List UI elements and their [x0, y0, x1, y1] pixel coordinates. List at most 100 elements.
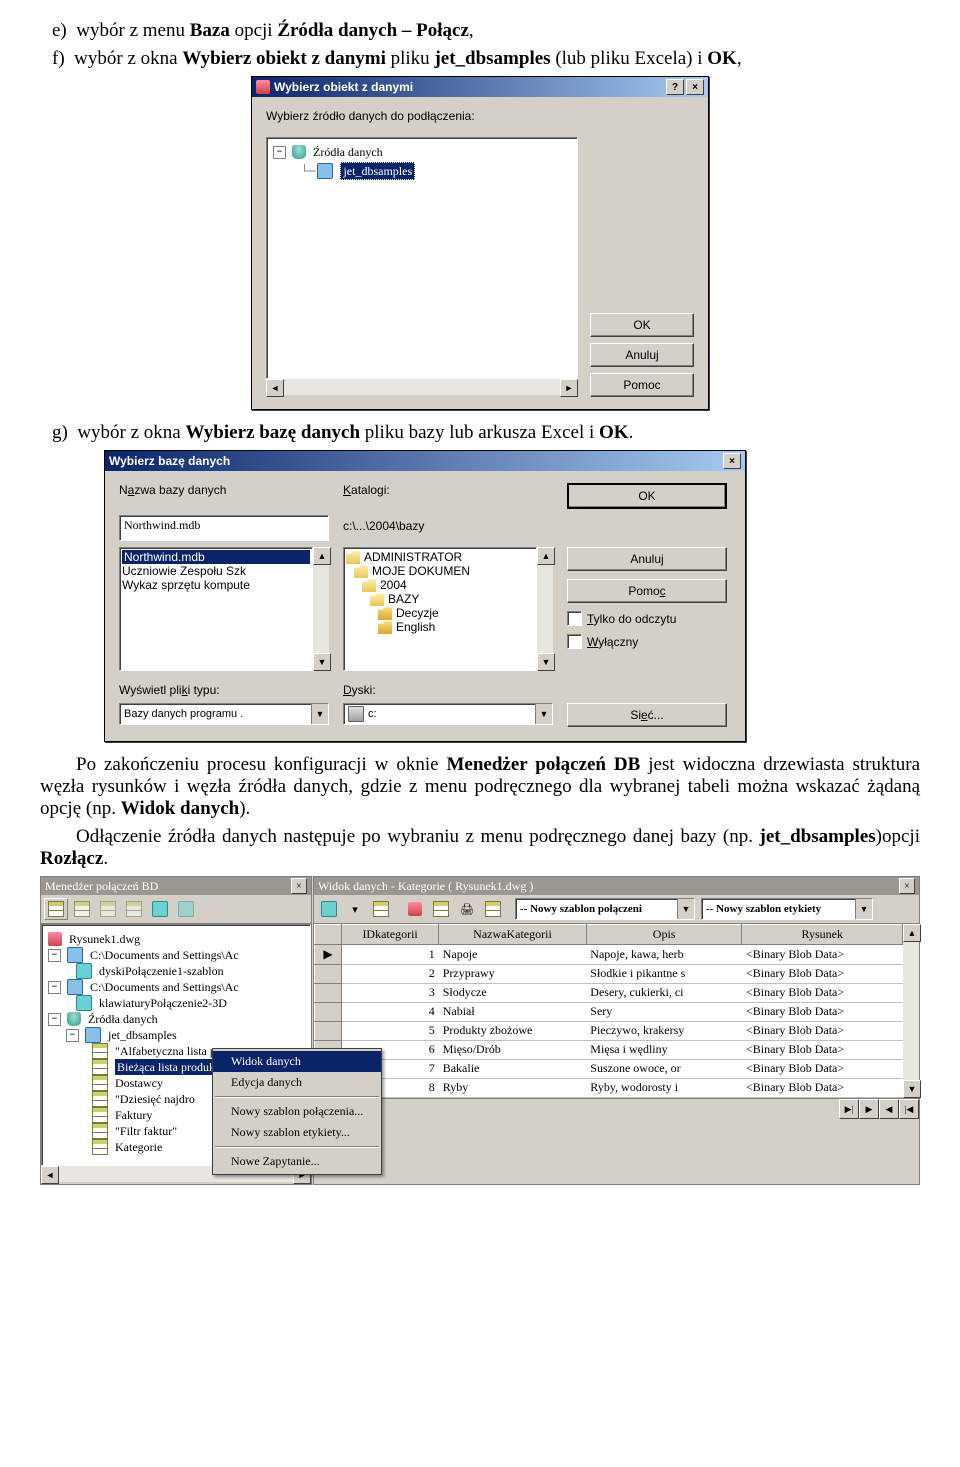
table-row[interactable]: 2PrzyprawySłodkie i pikantne s<Binary Bl… — [315, 965, 903, 984]
nav-next-icon[interactable]: ▶ — [859, 1099, 879, 1119]
link-template-combo[interactable]: -- Nowy szablon połączeni▼ — [515, 898, 695, 920]
scroll-left-icon[interactable]: ◄ — [266, 379, 284, 397]
table-row[interactable]: 7BakalieSuszone owoce, or<Binary Blob Da… — [315, 1060, 903, 1079]
tree-collapse-icon[interactable]: − — [273, 146, 286, 159]
tree-expand-icon[interactable]: − — [48, 1013, 61, 1026]
dropdown-icon[interactable]: ▼ — [311, 704, 328, 724]
nav-last-icon[interactable]: ▶| — [839, 1099, 859, 1119]
dir-item[interactable]: Decyzje — [396, 606, 439, 620]
scroll-left-icon[interactable]: ◄ — [41, 1166, 59, 1184]
toolbar-button[interactable] — [429, 898, 453, 920]
dir-item[interactable]: ADMINISTRATOR — [364, 550, 462, 564]
dbname-input[interactable]: Northwind.mdb — [119, 515, 329, 541]
network-button[interactable]: Sieć... — [567, 703, 727, 727]
cancel-button[interactable]: Anuluj — [567, 547, 727, 571]
table-row[interactable]: 3SłodyczeDesery, cukierki, ci<Binary Blo… — [315, 984, 903, 1003]
menu-item-new-query[interactable]: Nowe Zapytanie... — [213, 1151, 381, 1172]
tree-expand-icon[interactable]: − — [66, 1029, 79, 1042]
help-button[interactable]: ? — [666, 79, 684, 95]
label-template-combo[interactable]: -- Nowy szablon etykiety▼ — [701, 898, 873, 920]
nav-first-icon[interactable]: |◀ — [899, 1099, 919, 1119]
readonly-checkbox[interactable]: Tylko do odczytu — [567, 611, 727, 626]
table-row[interactable]: 8RybyRyby, wodorosty i<Binary Blob Data> — [315, 1079, 903, 1098]
dir-item[interactable]: BAZY — [388, 592, 419, 606]
file-item[interactable]: Wykaz sprzętu kompute — [122, 578, 310, 592]
menu-item-new-link-template[interactable]: Nowy szablon połączenia... — [213, 1101, 381, 1122]
toolbar-button[interactable] — [481, 898, 505, 920]
tree-item[interactable]: "Dziesięć najdro — [115, 1091, 195, 1107]
toolbar-button[interactable]: ▾ — [343, 898, 367, 920]
scroll-down-icon[interactable]: ▼ — [537, 653, 555, 671]
col-header[interactable]: IDkategorii — [342, 925, 439, 945]
row-selector[interactable]: ▶ — [315, 945, 342, 965]
toolbar-button[interactable] — [369, 898, 393, 920]
tree-item[interactable]: Źródła danych — [88, 1011, 158, 1027]
toolbar-button[interactable] — [70, 898, 94, 920]
toolbar-button[interactable] — [317, 898, 341, 920]
tree-item[interactable]: C:\Documents and Settings\Ac — [90, 947, 239, 963]
toolbar-button[interactable] — [174, 898, 198, 920]
col-header[interactable]: NazwaKategorii — [439, 925, 587, 945]
tree-item[interactable]: jet_dbsamples — [108, 1027, 177, 1043]
nav-prev-icon[interactable]: ◀ — [879, 1099, 899, 1119]
menu-item-new-label-template[interactable]: Nowy szablon etykiety... — [213, 1122, 381, 1143]
tree-item-selected[interactable]: Bieżąca lista produktó — [115, 1059, 226, 1075]
close-button[interactable]: × — [723, 453, 741, 469]
toolbar-button[interactable] — [403, 898, 427, 920]
dropdown-icon[interactable]: ▼ — [855, 899, 872, 919]
toolbar-button[interactable] — [148, 898, 172, 920]
table-row[interactable]: 4NabiałSery<Binary Blob Data> — [315, 1003, 903, 1022]
file-item[interactable]: Northwind.mdb — [122, 550, 310, 564]
file-list[interactable]: Northwind.mdb Uczniowie Zespołu Szk Wyka… — [119, 547, 313, 671]
tree-item[interactable]: Rysunek1.dwg — [69, 931, 140, 947]
close-icon[interactable]: × — [899, 878, 915, 894]
close-icon[interactable]: × — [291, 878, 307, 894]
dir-item[interactable]: 2004 — [380, 578, 407, 592]
tree-item-selected[interactable]: jet_dbsamples — [340, 162, 415, 180]
tree-expand-icon[interactable]: − — [48, 949, 61, 962]
scroll-up-icon[interactable]: ▲ — [537, 547, 555, 565]
tree-item[interactable]: Dostawcy — [115, 1075, 163, 1091]
ok-button[interactable]: OK — [567, 483, 727, 509]
menu-item-edit-data[interactable]: Edycja danych — [213, 1072, 381, 1093]
drive-combo[interactable]: c:▼ — [343, 703, 553, 725]
help-button[interactable]: Pomoc — [567, 579, 727, 603]
toolbar-button[interactable]: 🖨 — [455, 898, 479, 920]
table-row[interactable]: 6Mięso/DróbMięsa i wędliny<Binary Blob D… — [315, 1041, 903, 1060]
file-item[interactable]: Uczniowie Zespołu Szk — [122, 564, 310, 578]
tree-item[interactable]: Faktury — [115, 1107, 152, 1123]
toolbar-button[interactable] — [44, 898, 68, 920]
scroll-right-icon[interactable]: ► — [560, 379, 578, 397]
toolbar-button[interactable] — [122, 898, 146, 920]
scroll-up-icon[interactable]: ▲ — [903, 924, 921, 942]
tree-expand-icon[interactable]: − — [48, 981, 61, 994]
close-button[interactable]: × — [686, 79, 704, 95]
col-header[interactable]: Opis — [586, 925, 742, 945]
dropdown-icon[interactable]: ▼ — [677, 899, 694, 919]
table-row[interactable]: ▶1NapojeNapoje, kawa, herb<Binary Blob D… — [315, 945, 903, 965]
dir-list[interactable]: ADMINISTRATOR MOJE DOKUMEN 2004 BAZY Dec… — [343, 547, 537, 671]
data-source-tree[interactable]: − Źródła danych └─ jet_dbsamples — [266, 137, 578, 379]
data-grid[interactable]: IDkategorii NazwaKategorii Opis Rysunek … — [314, 924, 903, 1098]
table-row[interactable]: 5Produkty zbożowePieczywo, krakersy<Bina… — [315, 1022, 903, 1041]
toolbar-button[interactable] — [96, 898, 120, 920]
file-type-combo[interactable]: Bazy danych programu .▼ — [119, 703, 329, 725]
menu-item-data-view[interactable]: Widok danych — [213, 1051, 381, 1072]
exclusive-checkbox[interactable]: Wyłączny — [567, 634, 727, 649]
tree-item[interactable]: "Filtr faktur" — [115, 1123, 177, 1139]
scroll-up-icon[interactable]: ▲ — [313, 547, 331, 565]
tree-item[interactable]: Kategorie — [115, 1139, 162, 1155]
tree-item[interactable]: dyskiPołączenie1-szablon — [99, 963, 224, 979]
cancel-button[interactable]: Anuluj — [590, 343, 694, 367]
tree-item[interactable]: klawiaturyPołączenie2-3D — [99, 995, 227, 1011]
scroll-down-icon[interactable]: ▼ — [313, 653, 331, 671]
dropdown-icon[interactable]: ▼ — [535, 704, 552, 724]
dir-item[interactable]: MOJE DOKUMEN — [372, 564, 470, 578]
scroll-down-icon[interactable]: ▼ — [903, 1080, 921, 1098]
col-header[interactable]: Rysunek — [742, 925, 903, 945]
tree-item[interactable]: C:\Documents and Settings\Ac — [90, 979, 239, 995]
tree-item[interactable]: "Alfabetyczna lista pro — [115, 1043, 226, 1059]
ok-button[interactable]: OK — [590, 313, 694, 337]
help-button[interactable]: Pomoc — [590, 373, 694, 397]
dir-item[interactable]: English — [396, 620, 435, 634]
